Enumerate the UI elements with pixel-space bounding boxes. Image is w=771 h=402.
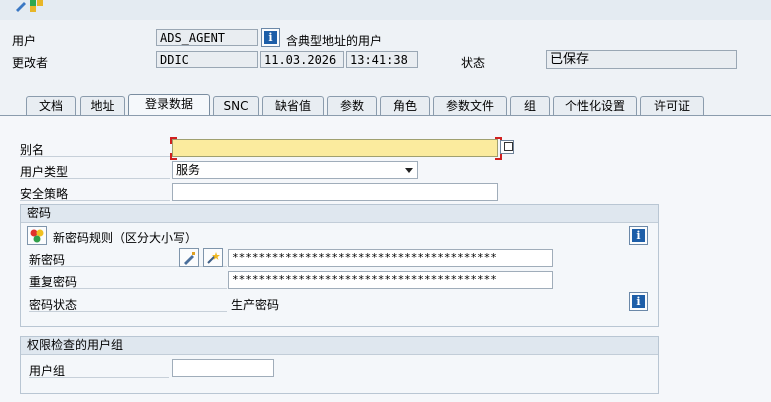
tab-groups[interactable]: 组 (510, 96, 550, 116)
tab-defaults[interactable]: 缺省值 (262, 96, 324, 116)
logon-data-panel: 别名 用户类型 服务 安全策略 密码 新密码规则（区分大小写） i 新密码 **… (0, 116, 771, 402)
tab-strip: 文档 地址 登录数据 SNC 缺省值 参数 角色 参数文件 组 个性化设置 许可… (0, 92, 771, 116)
password-rules-text: 新密码规则（区分大小写） (53, 231, 198, 245)
new-password-input[interactable]: **************************************** (228, 249, 553, 267)
password-group: 密码 新密码规则（区分大小写） i 新密码 ******************… (20, 204, 659, 327)
status-value: 已保存 (546, 50, 737, 69)
tab-address[interactable]: 地址 (80, 96, 125, 116)
status-label: 状态 (461, 56, 486, 70)
edit-toolbar-icon[interactable] (14, 0, 48, 12)
password-info-button[interactable]: i (629, 226, 648, 245)
tab-roles[interactable]: 角色 (380, 96, 430, 116)
user-group-input[interactable] (172, 359, 274, 377)
info-icon: i (632, 295, 645, 308)
magic-wand-icon (207, 251, 220, 264)
user-type-select[interactable]: 服务 (172, 161, 418, 179)
tab-documentation[interactable]: 文档 (26, 96, 76, 116)
user-type-label: 用户类型 (20, 163, 170, 179)
changed-time: 13:41:38 (346, 51, 418, 68)
application-toolbar (0, 0, 771, 21)
alias-input[interactable] (172, 139, 498, 157)
tab-snc[interactable]: SNC (213, 96, 259, 116)
info-icon: i (264, 31, 277, 44)
focus-corner (495, 153, 502, 160)
user-label: 用户 (12, 34, 37, 48)
info-icon: i (632, 229, 645, 242)
focus-corner (170, 153, 177, 160)
tab-logon-data[interactable]: 登录数据 (128, 94, 210, 116)
alias-label: 别名 (20, 141, 170, 157)
magic-wand-button[interactable] (203, 248, 223, 267)
auth-user-group: 权限检查的用户组 用户组 (20, 336, 659, 394)
password-rules-icon (30, 229, 44, 242)
password-rules-button[interactable] (27, 226, 47, 245)
user-group-label: 用户组 (29, 362, 169, 378)
security-policy-input[interactable] (172, 183, 498, 201)
password-status-info-button[interactable]: i (629, 292, 648, 311)
user-value: ADS_AGENT (156, 29, 258, 46)
user-description: 含典型地址的用户 (286, 34, 383, 48)
user-info-button[interactable]: i (261, 28, 280, 47)
security-policy-label: 安全策略 (20, 185, 170, 201)
user-type-value: 服务 (176, 163, 201, 177)
changed-by-label: 更改者 (12, 56, 49, 70)
focus-corner (170, 137, 177, 144)
changed-date: 11.03.2026 (260, 51, 344, 68)
tab-license[interactable]: 许可证 (640, 96, 704, 116)
tab-parameters[interactable]: 参数 (327, 96, 377, 116)
pencil-icon (184, 251, 195, 265)
changed-by-value: DDIC (156, 51, 258, 68)
copy-icon[interactable] (500, 140, 514, 154)
password-status-label: 密码状态 (29, 296, 227, 312)
auth-user-group-title: 权限检查的用户组 (21, 337, 658, 355)
generate-password-button[interactable] (179, 248, 199, 267)
tab-personalization[interactable]: 个性化设置 (553, 96, 637, 116)
chevron-down-icon[interactable] (405, 168, 413, 173)
repeat-password-input[interactable]: **************************************** (228, 271, 553, 289)
password-status-value: 生产密码 (231, 298, 280, 312)
tab-profiles[interactable]: 参数文件 (433, 96, 507, 116)
repeat-password-label: 重复密码 (29, 273, 227, 289)
password-group-title: 密码 (21, 205, 658, 223)
